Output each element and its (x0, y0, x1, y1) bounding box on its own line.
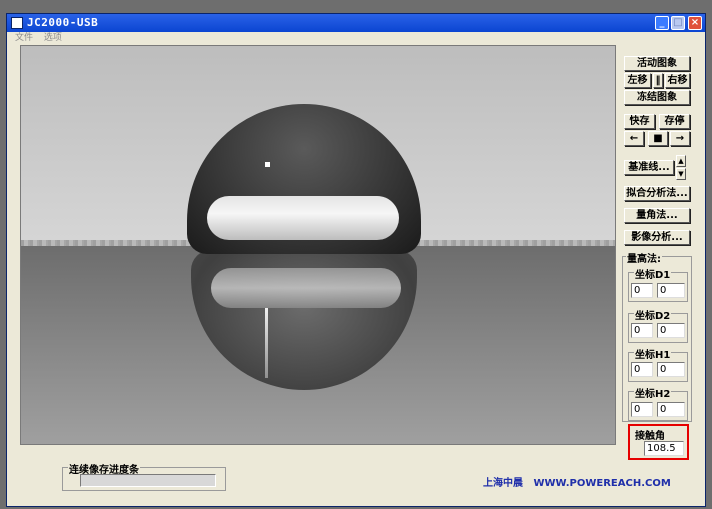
minimize-button[interactable]: _ (655, 16, 669, 30)
app-icon (11, 17, 23, 29)
maximize-button[interactable]: □ (671, 16, 685, 30)
fit-analysis-button[interactable]: 拟合分析法... (624, 186, 690, 201)
menu-file[interactable]: 文件 (15, 32, 33, 44)
contact-angle-label: 接触角 (635, 431, 665, 442)
freeze-image-button[interactable]: 冻结图象 (624, 90, 690, 105)
reflection-streak (265, 308, 268, 378)
quick-save-button[interactable]: 快存 (624, 114, 655, 129)
baseline-button[interactable]: 基准线... (624, 160, 674, 175)
d1-x-field[interactable]: 0 (631, 283, 653, 298)
menu-bar: 文件 选项 (7, 32, 705, 44)
droplet-image-view[interactable] (20, 45, 616, 445)
menu-options[interactable]: 选项 (44, 32, 62, 44)
prev-frame-button[interactable]: ← (624, 131, 644, 146)
save-progress-bar (80, 474, 216, 487)
angle-method-button[interactable]: 量角法... (624, 208, 690, 223)
reflection-band (211, 268, 401, 308)
d2-x-field[interactable]: 0 (631, 323, 653, 338)
spin-up-button[interactable]: ▲ (676, 155, 686, 167)
pause-button[interactable]: ‖ (653, 73, 663, 88)
contact-angle-value: 108.5 (644, 441, 684, 456)
h2-label: 坐标H2 (634, 385, 672, 400)
window-title: JC2000-USB (27, 16, 99, 29)
image-analysis-button[interactable]: 影像分析... (624, 230, 690, 245)
save-stop-button[interactable]: 存停 (659, 114, 690, 129)
live-image-button[interactable]: 活动图象 (624, 56, 690, 71)
stop-button[interactable]: ■ (648, 131, 668, 146)
droplet-highlight (265, 162, 270, 167)
droplet-light-band (207, 196, 399, 240)
company-name: 上海中晨 (483, 478, 523, 489)
d1-label: 坐标D1 (634, 266, 672, 281)
title-bar[interactable]: JC2000-USB _ □ × (7, 14, 705, 32)
h1-x-field[interactable]: 0 (631, 362, 653, 377)
next-frame-button[interactable]: → (670, 131, 690, 146)
h1-label: 坐标H1 (634, 346, 672, 361)
d1-y-field[interactable]: 0 (657, 283, 685, 298)
d2-label: 坐标D2 (634, 307, 672, 322)
footer-brand[interactable]: 上海中晨 WWW.POWEREACH.COM (483, 474, 671, 489)
h1-y-field[interactable]: 0 (657, 362, 685, 377)
close-button[interactable]: × (688, 16, 702, 30)
h2-x-field[interactable]: 0 (631, 402, 653, 417)
height-method-label: 量高法: (626, 250, 662, 265)
d2-y-field[interactable]: 0 (657, 323, 685, 338)
right-shift-button[interactable]: 右移 (665, 73, 690, 88)
spin-down-button[interactable]: ▼ (676, 168, 686, 180)
company-url[interactable]: WWW.POWEREACH.COM (533, 478, 670, 489)
h2-y-field[interactable]: 0 (657, 402, 685, 417)
left-shift-button[interactable]: 左移 (624, 73, 651, 88)
